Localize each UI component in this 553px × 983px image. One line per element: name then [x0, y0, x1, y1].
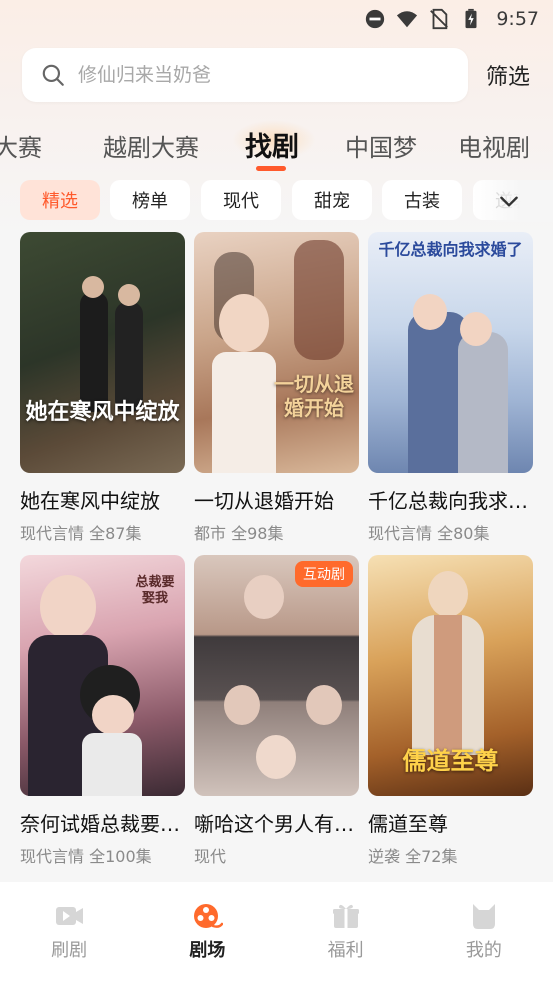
chip-bangdan[interactable]: 榜单 [110, 180, 190, 220]
filter-button[interactable]: 筛选 [486, 59, 530, 91]
nav-shuaju[interactable]: 刷剧 [0, 882, 138, 983]
drama-meta: 现代言情 全100集 [20, 847, 152, 866]
category-tabs: 大赛 越剧大赛 找剧 中国梦 电视剧 [0, 118, 553, 174]
drama-title: 千亿总裁向我求婚了 [368, 489, 533, 513]
drama-title: 她在寒风中绽放 [20, 489, 160, 513]
drama-poster[interactable]: 互动剧 [194, 555, 359, 796]
drama-card[interactable]: 儒道至尊 儒道至尊 逆袭 全72集 [368, 555, 533, 867]
tab-dianshiju[interactable]: 电视剧 [458, 128, 530, 163]
drama-meta: 逆袭 全72集 [368, 847, 458, 866]
drama-card[interactable]: 千亿总裁向我求婚了 千亿总裁向我求婚了 现代言情 全80集 [368, 232, 533, 544]
wifi-icon [397, 11, 418, 28]
nav-fuli[interactable]: 福利 [277, 882, 415, 983]
gift-icon [332, 904, 359, 928]
dnd-icon [366, 9, 385, 29]
drama-title: 儒道至尊 [368, 812, 448, 836]
poster-cover-text: 一切从退婚开始 [274, 372, 354, 420]
nav-label: 我的 [465, 940, 502, 961]
nav-label: 刷剧 [51, 940, 88, 961]
drama-poster[interactable]: 儒道至尊 [368, 555, 533, 796]
profile-cat-icon [472, 904, 495, 929]
search-input[interactable] [78, 64, 438, 86]
tab-zhaoju[interactable]: 找剧 [245, 125, 299, 164]
film-reel-icon [194, 904, 224, 928]
chevron-down-icon[interactable] [496, 188, 522, 214]
tab-yueju-dasai[interactable]: 越剧大赛 [103, 128, 199, 163]
drama-poster[interactable]: 一切从退婚开始 [194, 232, 359, 473]
poster-cover-text: 千亿总裁向我求婚了 [378, 240, 523, 259]
drama-card[interactable]: 总裁要娶我 奈何试婚总裁要娶我 现代言情 全100集 [20, 555, 185, 867]
search-row: 筛选 [22, 48, 537, 102]
tab-dasai[interactable]: 大赛 [0, 128, 42, 163]
nav-wode[interactable]: 我的 [415, 882, 553, 983]
chip-tianchong[interactable]: 甜宠 [292, 180, 372, 220]
nav-label: 福利 [327, 940, 364, 961]
drama-meta: 现代 [194, 847, 227, 866]
chip-jingxuan[interactable]: 精选 [20, 180, 100, 220]
drama-poster[interactable]: 千亿总裁向我求婚了 [368, 232, 533, 473]
drama-card[interactable]: 她在寒风中绽放 她在寒风中绽放 现代言情 全87集 [20, 232, 185, 544]
poster-cover-text: 总裁要娶我 [135, 575, 175, 606]
drama-card[interactable]: 一切从退婚开始 一切从退婚开始 都市 全98集 [194, 232, 359, 544]
nav-label: 剧场 [189, 940, 226, 961]
drama-title: 一切从退婚开始 [194, 489, 334, 513]
status-bar: 9:57 [0, 0, 553, 38]
drama-poster[interactable]: 她在寒风中绽放 [20, 232, 185, 473]
search-icon [42, 64, 64, 86]
poster-cover-text: 儒道至尊 [402, 746, 499, 775]
clock: 9:57 [496, 8, 539, 30]
nav-juchang[interactable]: 剧场 [138, 882, 276, 983]
chip-guzhuang[interactable]: 古装 [382, 180, 462, 220]
drama-card[interactable]: 互动剧 噺哈这个男人有点甜 现代 [194, 555, 359, 867]
active-tab-indicator [256, 166, 286, 171]
bottom-nav: 刷剧 剧场 福利 我的 [0, 882, 553, 983]
drama-meta: 现代言情 全87集 [20, 524, 142, 543]
no-sim-icon [430, 8, 449, 30]
chip-xiandai[interactable]: 现代 [201, 180, 281, 220]
play-video-icon [56, 907, 84, 925]
battery-charging-icon [465, 8, 477, 29]
search-box[interactable] [22, 48, 468, 102]
drama-title: 奈何试婚总裁要娶我 [20, 812, 185, 836]
interactive-badge: 互动剧 [295, 561, 353, 587]
poster-cover-text: 她在寒风中绽放 [25, 399, 180, 425]
drama-poster[interactable]: 总裁要娶我 [20, 555, 185, 796]
drama-title: 噺哈这个男人有点甜 [194, 812, 359, 836]
drama-meta: 现代言情 全80集 [368, 524, 490, 543]
drama-meta: 都市 全98集 [194, 524, 284, 543]
tab-zhongguomeng[interactable]: 中国梦 [345, 128, 417, 163]
